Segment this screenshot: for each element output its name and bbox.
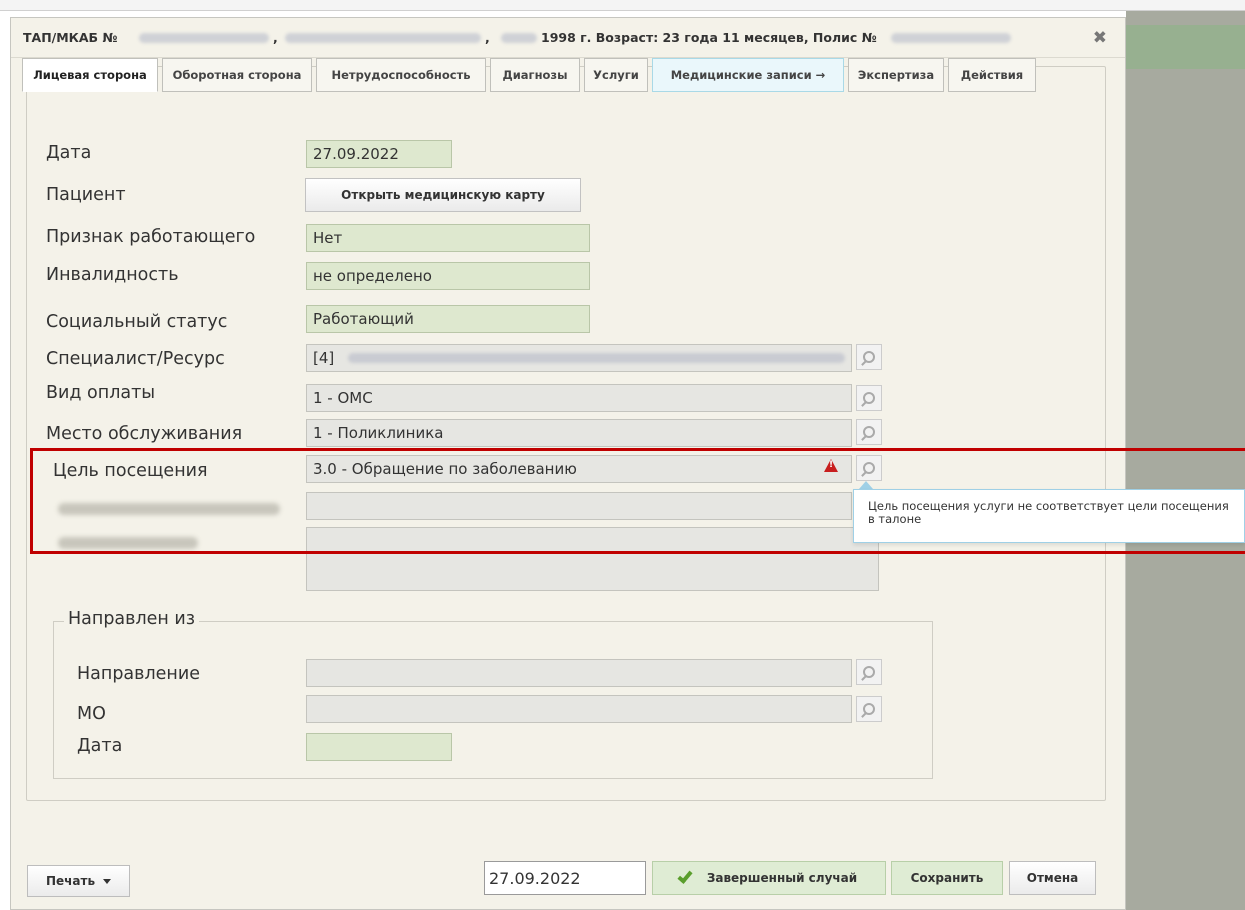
- mo-label: МО: [77, 704, 106, 724]
- close-icon[interactable]: ✖: [1093, 28, 1107, 48]
- print-button-label: Печать: [45, 874, 96, 888]
- search-icon: [863, 351, 875, 363]
- tab-back-side[interactable]: Оборотная сторона: [162, 58, 312, 92]
- tooltip-arrow: [859, 481, 873, 489]
- specialist-label: Специалист/Ресурс: [46, 349, 225, 369]
- patient-label: Пациент: [46, 185, 126, 205]
- warning-icon: !: [824, 459, 838, 472]
- background-page-strip: [0, 0, 1245, 11]
- title-comma: ,: [273, 30, 278, 45]
- payment-search-button[interactable]: [856, 385, 882, 411]
- redacted-specialist: [348, 353, 845, 363]
- tab-actions[interactable]: Действия: [948, 58, 1036, 92]
- disability-field[interactable]: не определено: [306, 262, 590, 290]
- visit-purpose-field[interactable]: 3.0 - Обращение по заболеванию: [306, 455, 852, 483]
- redacted-birthdate: [501, 33, 537, 43]
- search-icon: [863, 462, 875, 474]
- print-button[interactable]: Печать: [27, 865, 130, 897]
- referral-date-label: Дата: [77, 736, 123, 756]
- chevron-down-icon: [103, 878, 112, 884]
- specialist-search-button[interactable]: [856, 344, 882, 370]
- background-bar: [1126, 25, 1245, 69]
- date-label: Дата: [46, 143, 92, 163]
- search-icon: [863, 703, 875, 715]
- redacted-label: [58, 503, 280, 515]
- mo-search-button[interactable]: [856, 696, 882, 722]
- redacted-number: [139, 33, 269, 43]
- close-date-input[interactable]: 27.09.2022: [484, 861, 646, 895]
- dialog-titlebar: ТАП/МКАБ № , , 1998 г. Возраст: 23 года …: [11, 18, 1125, 58]
- mo-field[interactable]: [306, 695, 852, 723]
- tab-diagnoses[interactable]: Диагнозы: [490, 58, 580, 92]
- title-birth-age: 1998 г. Возраст: 23 года 11 месяцев, Пол…: [541, 30, 877, 45]
- disability-label: Инвалидность: [46, 265, 179, 285]
- direction-label: Направление: [77, 664, 201, 684]
- purpose-search-button[interactable]: [856, 455, 882, 481]
- service-place-label: Место обслуживания: [46, 424, 243, 444]
- completed-case-label: Завершенный случай: [706, 871, 858, 885]
- title-prefix: ТАП/МКАБ №: [23, 30, 118, 45]
- check-icon: [677, 868, 693, 884]
- specialist-value: [4]: [313, 349, 335, 367]
- title-comma: ,: [485, 30, 490, 45]
- referral-date-field[interactable]: [306, 733, 452, 761]
- error-tooltip: Цель посещения услуги не соответствует ц…: [853, 489, 1245, 543]
- cancel-button[interactable]: Отмена: [1009, 861, 1096, 895]
- note-textarea[interactable]: [306, 527, 879, 591]
- place-search-button[interactable]: [856, 419, 882, 445]
- redacted-name: [285, 33, 481, 43]
- date-field[interactable]: 27.09.2022: [306, 140, 452, 168]
- tab-expertise[interactable]: Экспертиза: [848, 58, 944, 92]
- working-sign-label: Признак работающего: [46, 227, 256, 247]
- payment-type-label: Вид оплаты: [46, 383, 156, 403]
- visit-purpose-label: Цель посещения: [53, 461, 208, 481]
- redacted-policy: [891, 33, 1011, 43]
- tab-front-side[interactable]: Лицевая сторона: [22, 58, 158, 92]
- search-icon: [863, 426, 875, 438]
- save-button[interactable]: Сохранить: [891, 861, 1003, 895]
- direction-search-button[interactable]: [856, 659, 882, 685]
- tab-bar: Лицевая сторона Оборотная сторона Нетруд…: [22, 58, 1040, 92]
- direction-field[interactable]: [306, 659, 852, 687]
- tab-services[interactable]: Услуги: [584, 58, 648, 92]
- tab-disability[interactable]: Нетрудоспособность: [316, 58, 486, 92]
- completed-case-button[interactable]: Завершенный случай: [652, 861, 886, 895]
- referral-legend: Направлен из: [64, 609, 200, 629]
- open-medical-card-button[interactable]: Открыть медицинскую карту: [305, 178, 581, 212]
- redacted-label: [58, 537, 198, 549]
- specialist-field[interactable]: [4]: [306, 344, 852, 372]
- service-place-field[interactable]: 1 - Поликлиника: [306, 419, 852, 447]
- tab-medical-records[interactable]: Медицинские записи →: [652, 58, 844, 92]
- redacted-field[interactable]: [306, 492, 852, 520]
- working-sign-field[interactable]: Нет: [306, 224, 590, 252]
- search-icon: [863, 666, 875, 678]
- social-status-field[interactable]: Работающий: [306, 305, 590, 333]
- payment-type-field[interactable]: 1 - ОМС: [306, 384, 852, 412]
- search-icon: [863, 392, 875, 404]
- social-status-label: Социальный статус: [46, 312, 228, 332]
- background-page: [1126, 11, 1245, 910]
